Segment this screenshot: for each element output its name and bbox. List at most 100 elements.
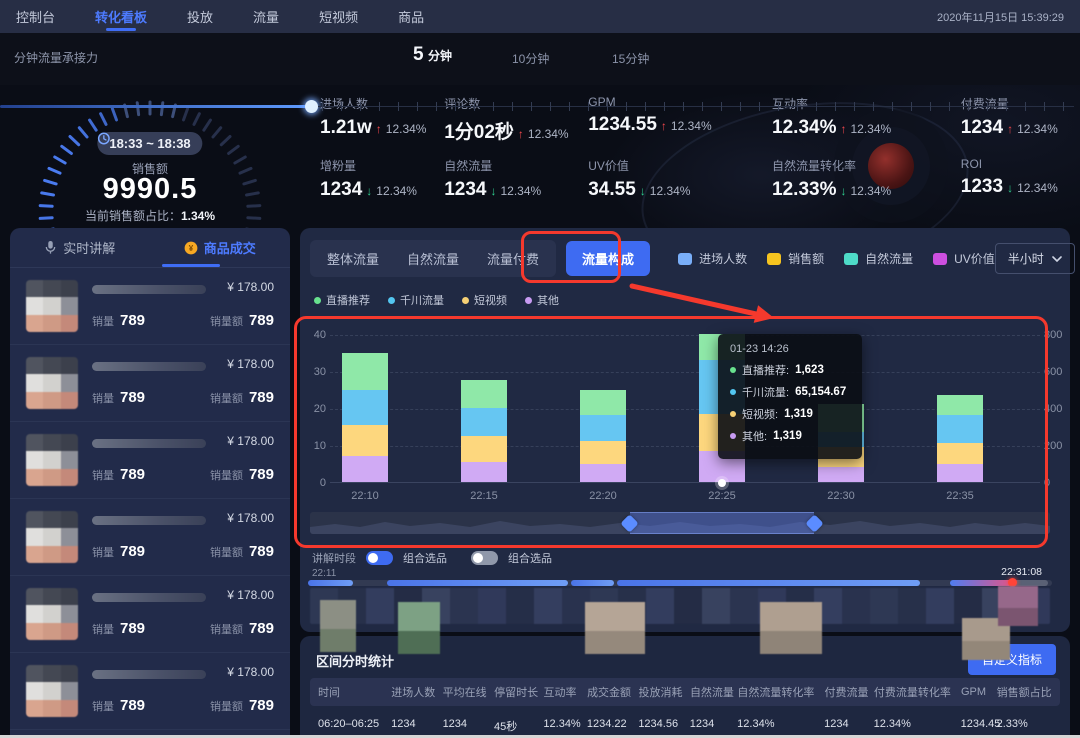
tab-product-deals[interactable]: ¥ 商品成交 xyxy=(184,238,256,257)
bar-segment-直播推荐 xyxy=(342,353,388,390)
thumbnail-cell xyxy=(1038,588,1050,624)
sales-value: 789 xyxy=(120,466,145,483)
thumbnail-cell xyxy=(506,588,534,624)
sales-label: 销量 xyxy=(92,393,114,405)
timeline-progress-bar[interactable] xyxy=(308,580,1052,586)
datetime: 2020年11月15日 15:39:29 xyxy=(937,9,1064,25)
option-10min[interactable]: 10分钟 xyxy=(512,50,549,67)
slider-tick xyxy=(721,102,722,111)
tab-流量付费[interactable]: 流量付费 xyxy=(473,243,553,274)
bar-22:20[interactable] xyxy=(580,390,626,482)
thumbnail-cell xyxy=(450,588,478,624)
toggle-combo-pick-2[interactable] xyxy=(471,551,498,565)
legend-进场人数[interactable]: 进场人数 xyxy=(678,250,747,267)
slider-track-filled[interactable] xyxy=(0,105,312,108)
tab-整体流量[interactable]: 整体流量 xyxy=(313,243,393,274)
tab-自然流量[interactable]: 自然流量 xyxy=(393,243,473,274)
kpi-增粉量: 增粉量1234↓12.34% xyxy=(320,157,444,201)
kpi-label: 进场人数 xyxy=(320,95,444,112)
y-tick-right: 0 xyxy=(1044,477,1074,489)
x-tick: 22:15 xyxy=(454,490,514,502)
slider-tick xyxy=(873,102,874,111)
nav-item-流量[interactable]: 流量 xyxy=(253,0,279,33)
kpi-value: 1.21w xyxy=(320,117,372,139)
bar-22:10[interactable] xyxy=(342,353,388,482)
product-item[interactable]: ¥ 178.00销量789销量额789 xyxy=(10,653,290,730)
cell: 1234.22 xyxy=(587,718,638,734)
tooltip-row: 短视频:1,319 xyxy=(730,406,850,422)
chart-data-zoom[interactable] xyxy=(310,512,1050,534)
period-dropdown[interactable]: 半小时 xyxy=(995,243,1075,274)
toggle-combo-pick-1[interactable] xyxy=(366,551,393,565)
product-item[interactable]: ¥ 178.00销量789销量额789 xyxy=(10,499,290,576)
nav-item-投放[interactable]: 投放 xyxy=(187,0,213,33)
slider-tick xyxy=(626,102,627,111)
kpi-自然流量: 自然流量1234↓12.34% xyxy=(444,157,588,201)
sales-value: 789 xyxy=(120,312,145,329)
nav-item-转化看板[interactable]: 转化看板 xyxy=(95,0,147,33)
product-panel: 实时讲解 ¥ 商品成交 ¥ 178.00销量789销量额789¥ 178.00销… xyxy=(10,228,290,738)
sales-value: 789 xyxy=(120,620,145,637)
arrow-down-icon: ↓ xyxy=(1007,181,1013,195)
tab-traffic-composition[interactable]: 流量构成 xyxy=(566,241,650,276)
kpi-互动率: 互动率12.34%↑12.34% xyxy=(772,95,961,144)
slider-tick xyxy=(1006,102,1007,111)
coin-icon: ¥ xyxy=(184,241,198,255)
slider-handle[interactable] xyxy=(305,100,318,113)
bar-22:15[interactable] xyxy=(461,380,507,482)
nav-item-短视频[interactable]: 短视频 xyxy=(319,0,358,33)
kpi-label: 增粉量 xyxy=(320,157,444,174)
tab-live-explain[interactable]: 实时讲解 xyxy=(44,238,115,257)
series-legend-短视频[interactable]: 短视频 xyxy=(462,292,507,308)
slider-track-rest[interactable] xyxy=(318,106,1074,107)
bar-segment-其他 xyxy=(580,464,626,483)
option-15min[interactable]: 15分钟 xyxy=(612,50,649,67)
teach-period-row: 讲解时段 组合选品 组合选品 xyxy=(312,550,566,566)
sales-gauge: 18:33 ~ 18:38 销售额 9990.5 当前销售额占比：1.34% xyxy=(0,88,300,228)
series-legend-直播推荐[interactable]: 直播推荐 xyxy=(314,292,370,308)
product-item[interactable]: ¥ 178.00销量789销量额789 xyxy=(10,576,290,653)
thumbnail-cell xyxy=(366,588,394,624)
product-item[interactable]: ¥ 178.00销量789销量额789 xyxy=(10,345,290,422)
gridline xyxy=(330,372,1040,373)
legend-swatch xyxy=(678,253,692,265)
slider-tick xyxy=(683,102,684,111)
series-legend-其他[interactable]: 其他 xyxy=(525,292,559,308)
data-zoom-window[interactable] xyxy=(630,512,814,534)
option-5min[interactable]: 5 分钟 xyxy=(413,44,452,66)
product-price: ¥ 178.00 xyxy=(227,588,274,602)
gauge-sub-label: 当前销售额占比： xyxy=(85,209,181,223)
bar-22:35[interactable] xyxy=(937,395,983,482)
legend-销售额[interactable]: 销售额 xyxy=(767,250,824,267)
tooltip-row: 其他:1,319 xyxy=(730,428,850,444)
legend-自然流量[interactable]: 自然流量 xyxy=(844,250,913,267)
amount-label: 销量额 xyxy=(210,470,243,482)
legend-UV价值[interactable]: UV价值 xyxy=(933,250,995,267)
sales-label: 销量 xyxy=(92,316,114,328)
y-tick-right: 200 xyxy=(1044,440,1074,452)
product-item[interactable]: ¥ 178.00销量789销量额789 xyxy=(10,422,290,499)
nav-item-控制台[interactable]: 控制台 xyxy=(16,0,55,33)
x-tick: 22:35 xyxy=(930,490,990,502)
product-item[interactable]: ¥ 178.00销量789销量额789 xyxy=(10,268,290,345)
mic-icon xyxy=(44,240,57,255)
product-title-blurred xyxy=(92,285,206,294)
kpi-label: 自然流量转化率 xyxy=(772,157,961,174)
col-header-投放消耗: 投放消耗 xyxy=(639,684,690,700)
slider-tick xyxy=(911,102,912,111)
nav-item-商品[interactable]: 商品 xyxy=(398,0,424,33)
chart-legend: 进场人数 销售额 自然流量 UV价值 xyxy=(678,250,995,267)
toggle-label-2: 组合选品 xyxy=(508,550,552,566)
y-tick-right: 800 xyxy=(1044,329,1074,341)
minute-capacity-toolbar: 分钟流量承接力 5 分钟 10分钟 15分钟 xyxy=(0,33,1080,85)
timeline-segment xyxy=(387,580,568,586)
product-price: ¥ 178.00 xyxy=(227,357,274,371)
col-header-销售额占比: 销售额占比 xyxy=(997,684,1052,700)
chart-header: 整体流量自然流量流量付费 流量构成 进场人数销售额自然流量UV价值 半小时 xyxy=(310,240,1058,277)
bar-segment-短视频 xyxy=(580,441,626,463)
tooltip-dot xyxy=(730,411,736,417)
series-legend-千川流量[interactable]: 千川流量 xyxy=(388,292,444,308)
cell: 12.34% xyxy=(737,718,824,734)
slider-tick xyxy=(417,102,418,111)
slider-tick xyxy=(816,102,817,111)
